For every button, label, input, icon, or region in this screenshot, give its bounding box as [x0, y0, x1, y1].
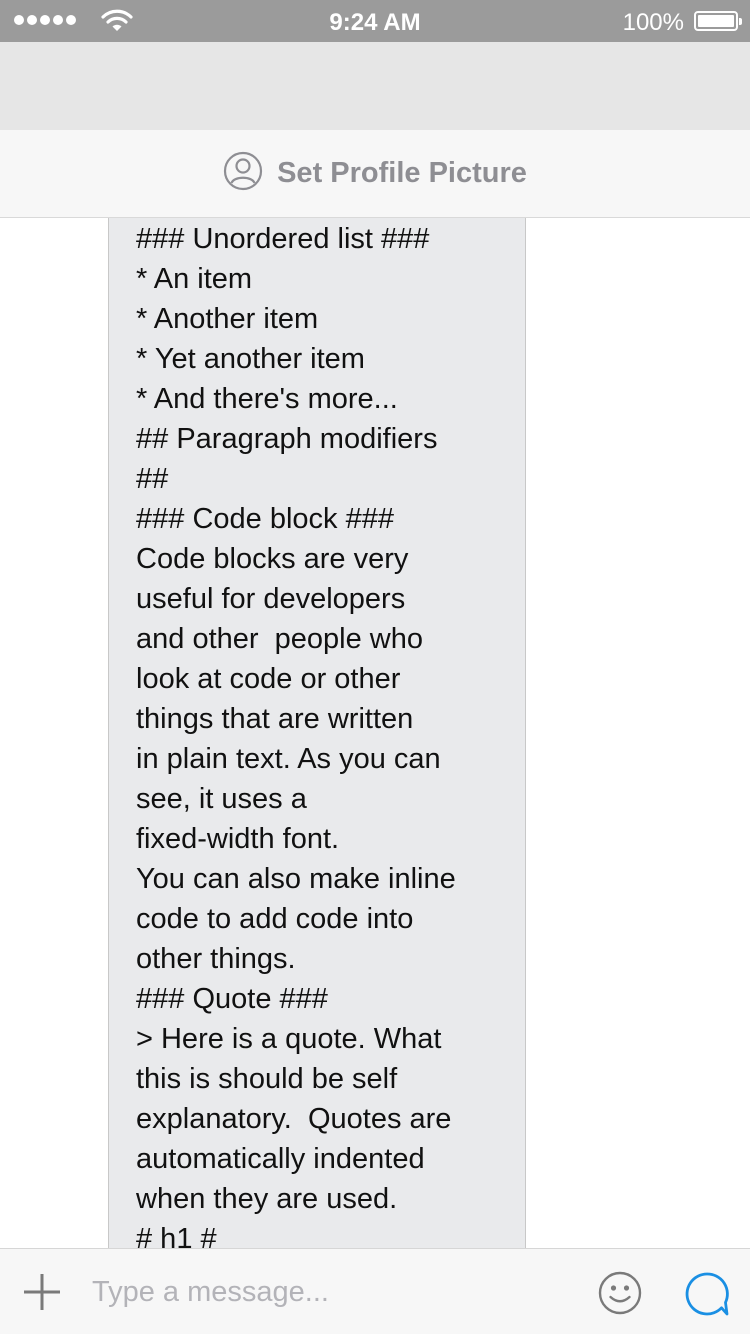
message-line: * And there's more... — [136, 383, 398, 415]
message-bubble[interactable]: ### Unordered list ### * An item * Another… — [108, 218, 526, 1248]
message-line: things that are written — [136, 703, 414, 735]
set-profile-picture-button[interactable]: Set Profile Picture — [0, 130, 750, 218]
message-line: and other people who — [136, 623, 423, 655]
message-line: ## — [136, 463, 169, 495]
message-text: ### Unordered list ### * An item * Another… — [136, 219, 511, 1248]
message-line: Code blocks are very — [136, 543, 409, 575]
message-line: fixed-width font. — [136, 823, 340, 855]
message-line: ### Code block ### — [136, 503, 394, 535]
profile-label: Set Profile Picture — [277, 157, 527, 189]
message-line: You can also make inline — [136, 863, 456, 895]
message-line: code to add code into — [136, 903, 414, 935]
message-line: # h1 # — [136, 1223, 217, 1248]
message-line: > Here is a quote. What — [136, 1023, 442, 1055]
navigation-bar — [0, 42, 750, 130]
composer-bar — [0, 1248, 750, 1334]
message-line: see, it uses a — [136, 783, 307, 815]
chat-bubble-icon[interactable] — [683, 1270, 731, 1318]
battery-percent: 100% — [622, 9, 684, 36]
message-line: * An item — [136, 263, 253, 295]
message-line: * Another item — [136, 303, 319, 335]
message-line: when they are used. — [136, 1183, 398, 1215]
status-bar: 9:24 AM 100% — [0, 0, 750, 42]
message-list[interactable]: ### Unordered list ### * An item * Another… — [0, 218, 750, 1248]
message-line: ### Quote ### — [136, 983, 328, 1015]
message-line: automatically indented — [136, 1143, 425, 1175]
battery-icon — [694, 11, 742, 31]
message-line: ## Paragraph modifiers — [136, 423, 438, 455]
smiley-icon[interactable] — [598, 1271, 642, 1315]
message-line: * Yet another item — [136, 343, 365, 375]
message-line: ### Unordered list ### — [136, 223, 430, 255]
message-line: explanatory. Quotes are — [136, 1103, 452, 1135]
message-input[interactable] — [92, 1269, 572, 1315]
message-line: this is should be self — [136, 1063, 398, 1095]
person-circle-icon — [223, 151, 263, 196]
message-line: look at code or other — [136, 663, 401, 695]
message-line: other things. — [136, 943, 296, 975]
message-line: in plain text. As you can — [136, 743, 441, 775]
battery-level-fill — [698, 15, 734, 27]
plus-icon[interactable] — [22, 1272, 62, 1312]
message-line: useful for developers — [136, 583, 406, 615]
